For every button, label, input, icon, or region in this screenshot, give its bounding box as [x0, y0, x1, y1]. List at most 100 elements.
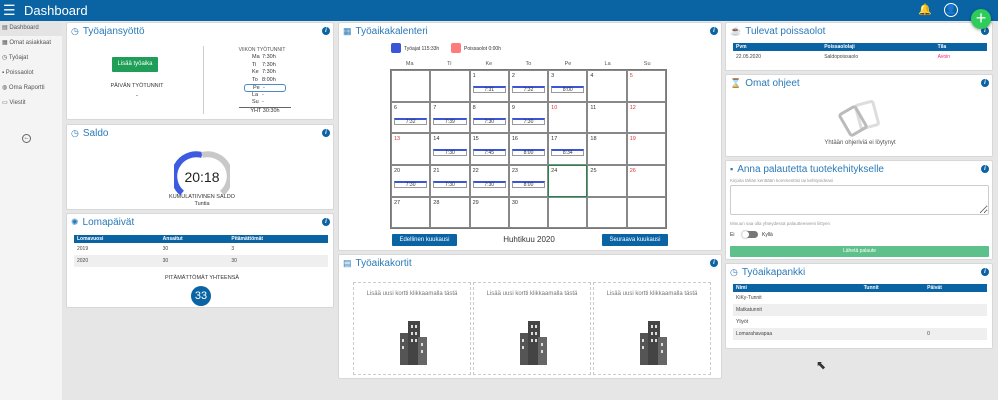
calendar-day[interactable]: 3 8:00: [548, 70, 588, 102]
title-text: Saldo: [82, 128, 109, 139]
calendar-day[interactable]: 28: [430, 196, 470, 229]
stopwatch-icon: ◷: [71, 26, 79, 36]
info-icon[interactable]: i: [710, 27, 718, 35]
info-icon[interactable]: i: [322, 27, 330, 35]
calendar-day[interactable]: 11: [587, 101, 627, 134]
calendar-day[interactable]: 6 7:32: [391, 101, 431, 134]
day-value: 7:30h: [262, 54, 276, 60]
work-entry[interactable]: 7:30: [472, 117, 506, 125]
hamburger-icon[interactable]: ☰: [3, 2, 16, 18]
calendar-day[interactable]: 25: [587, 165, 627, 197]
work-entry[interactable]: 7:32: [394, 117, 428, 125]
sidebar-item-report[interactable]: ◍ Oma Raportti: [0, 81, 62, 96]
cell: [924, 304, 987, 316]
work-entry[interactable]: 7:39: [433, 117, 467, 125]
work-entry[interactable]: 7:30: [472, 181, 506, 189]
info-icon[interactable]: i: [981, 79, 989, 87]
feedback-textarea[interactable]: [730, 185, 989, 215]
next-month-button[interactable]: Seuraava kuukausi: [602, 234, 668, 246]
add-card-placeholder[interactable]: Lisää uusi kortti klikkaamalla tästä: [593, 282, 711, 375]
calendar-day[interactable]: 14 7:30: [430, 133, 470, 166]
col-header: Tunnit: [860, 284, 925, 292]
sidebar-label: Oma Raportti: [8, 85, 45, 91]
contact-toggle[interactable]: [742, 231, 758, 238]
user-icon[interactable]: 👤: [944, 3, 958, 17]
building-icon: [520, 321, 547, 365]
sidebar-item-working-hours[interactable]: ◷ Työajat: [0, 51, 62, 66]
add-card-placeholder[interactable]: Lisää uusi kortti klikkaamalla tästä: [473, 282, 591, 375]
calendar-day[interactable]: 4: [587, 70, 627, 102]
sidebar-item-customers[interactable]: ▦ Omat asiakkaat: [0, 36, 62, 51]
upcoming-absences-panel: ☕ Tulevat poissaolot i Pvm Poissaololaji Ti…: [725, 22, 993, 71]
work-entry[interactable]: 8:34: [551, 149, 585, 157]
work-entry[interactable]: 7:32: [511, 86, 546, 93]
calendar-day[interactable]: 13: [391, 133, 431, 166]
bell-icon[interactable]: 🔔: [918, 3, 932, 16]
work-entry[interactable]: 8:00: [511, 181, 546, 189]
info-icon[interactable]: i: [981, 165, 989, 173]
comment-icon: ▪: [730, 164, 734, 174]
table-row: Lomarahavapaa 0: [733, 328, 987, 340]
calendar-day[interactable]: [391, 70, 431, 102]
info-icon[interactable]: i: [710, 259, 718, 267]
arrow-left-circle-icon[interactable]: ←: [22, 134, 31, 143]
add-card-text: Lisää uusi kortti klikkaamalla tästä: [486, 291, 578, 297]
calendar-day[interactable]: 2 7:32: [508, 70, 549, 102]
work-entry[interactable]: 7:30: [511, 117, 546, 125]
cell: [861, 292, 924, 304]
calendar-day[interactable]: [587, 196, 627, 229]
send-feedback-button[interactable]: Lähetä palaute: [730, 246, 989, 257]
sidebar-item-messages[interactable]: ▭ Viestit: [0, 96, 62, 111]
cell: [924, 316, 987, 328]
work-entry[interactable]: 7:45: [472, 149, 506, 157]
calendar-day[interactable]: 5: [626, 70, 666, 102]
calendar-day[interactable]: 15 7:45: [469, 133, 509, 166]
title-text: Työaikakalenteri: [355, 26, 428, 37]
table-row: Matkatunnit: [733, 304, 987, 316]
add-fab-button[interactable]: +: [971, 9, 991, 29]
cell: Matkatunnit: [733, 304, 861, 316]
work-entry[interactable]: 7:31: [472, 86, 506, 93]
calendar-day[interactable]: 8 7:30: [469, 101, 509, 134]
work-entry[interactable]: 7:30: [433, 149, 467, 157]
calendar-day[interactable]: 19: [626, 133, 666, 166]
calendar-day[interactable]: [626, 196, 666, 229]
calendar-day[interactable]: 26: [626, 165, 666, 197]
calendar-day[interactable]: 18: [587, 133, 627, 166]
work-entry[interactable]: 8:00: [551, 86, 585, 93]
sidebar-item-dashboard[interactable]: ▤ Dashboard: [0, 21, 62, 36]
info-icon[interactable]: i: [322, 129, 330, 137]
table-row[interactable]: 22.05.2020 Saldopoissaolo Avoin: [733, 51, 987, 63]
add-time-button[interactable]: Lisää työaika: [112, 57, 158, 72]
calendar-day[interactable]: 21 7:30: [430, 165, 470, 197]
calendar-day[interactable]: [430, 70, 470, 102]
calendar-day[interactable]: 29: [469, 196, 509, 229]
info-icon[interactable]: i: [322, 218, 330, 226]
calendar-day[interactable]: 12: [626, 101, 666, 134]
calendar-day[interactable]: [548, 196, 588, 229]
time-bank-panel: ◷ Työaikapankki i Nimi Tunnit Päivät KiKy-Tu…: [725, 263, 993, 349]
calendar-day[interactable]: 10: [548, 101, 588, 134]
calendar-day[interactable]: 24: [548, 165, 588, 197]
day-number: 25: [590, 168, 597, 175]
sidebar-item-absences[interactable]: ▪ Poissaolot: [0, 66, 62, 81]
calendar-day[interactable]: 30: [508, 196, 549, 229]
calendar-day[interactable]: 16 8:00: [508, 133, 549, 166]
calendar-day[interactable]: 9 7:30: [508, 101, 549, 134]
add-card-placeholder[interactable]: Lisää uusi kortti klikkaamalla tästä: [353, 282, 471, 375]
work-entry[interactable]: 7:30: [394, 181, 428, 189]
day-value: 7:30h: [262, 69, 276, 75]
calendar-day[interactable]: 20 7:30: [391, 165, 431, 197]
info-icon[interactable]: i: [981, 268, 989, 276]
work-entry[interactable]: 7:30: [433, 181, 467, 189]
calendar-day[interactable]: 17 8:34: [548, 133, 588, 166]
previous-month-button[interactable]: Edellinen kuukausi: [392, 234, 457, 246]
calendar-day[interactable]: 1 7:31: [469, 70, 509, 102]
work-entry[interactable]: 8:00: [511, 149, 546, 157]
calendar-day[interactable]: 23 8:00: [508, 165, 549, 197]
panel-title: ◷ Saldo: [71, 128, 108, 139]
balance-label: KUMULATIIVINEN SALDO: [169, 194, 235, 200]
calendar-day[interactable]: 27: [391, 196, 431, 229]
calendar-day[interactable]: 7 7:39: [430, 101, 470, 134]
calendar-day[interactable]: 22 7:30: [469, 165, 509, 197]
